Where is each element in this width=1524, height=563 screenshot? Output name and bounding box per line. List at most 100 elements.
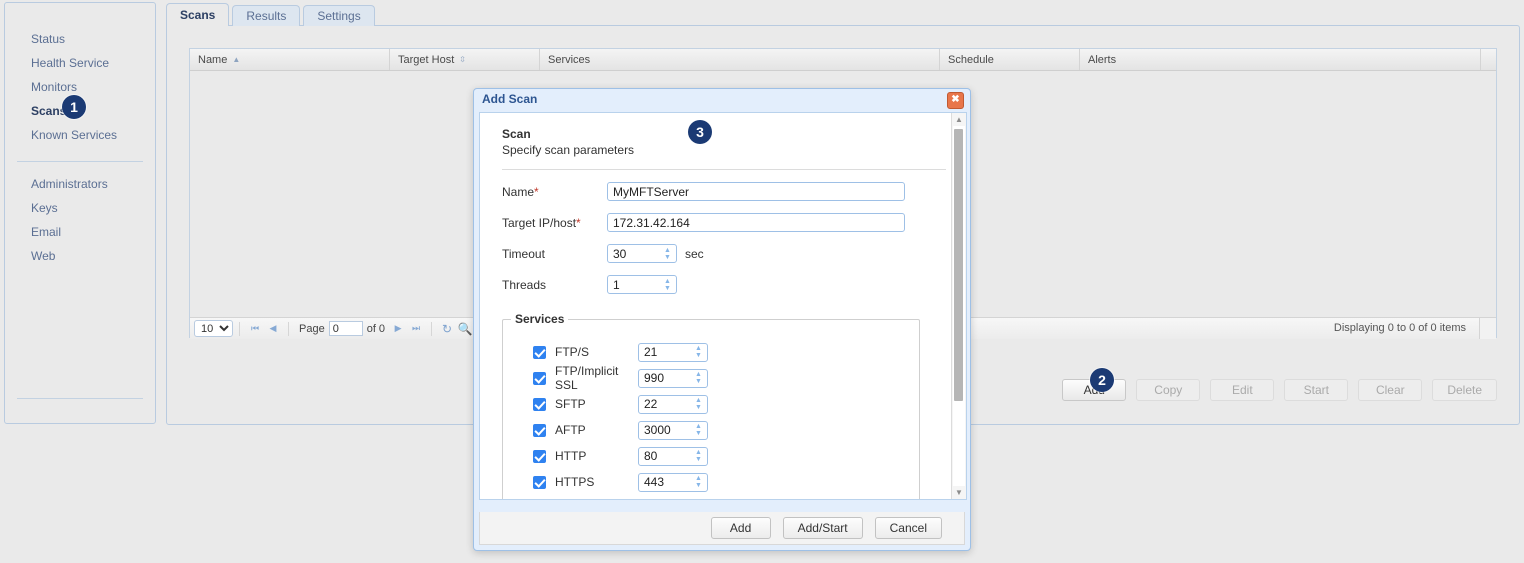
target-host-input[interactable] [607,213,905,232]
pager-divider [239,321,240,336]
sidebar-item-administrators[interactable]: Administrators [5,172,155,196]
start-button[interactable]: Start [1284,379,1349,401]
ftps-port-spinner-icon[interactable]: ▲ ▼ [693,344,704,361]
grid-footer-gutter [1479,318,1496,339]
page-total-label: of 0 [366,322,386,335]
close-icon[interactable]: ✖ [947,92,964,109]
sidebar-item-label: Known Services [31,128,118,142]
sftp-port-stepper: ▲▼ [638,394,708,414]
sidebar-item-label: Web [31,249,56,263]
column-header-services[interactable]: Services [540,49,940,70]
sidebar-item-monitors[interactable]: Monitors [5,75,155,99]
name-label: Name* [502,185,607,199]
service-row-https: HTTPS ▲▼ [533,472,919,492]
tab-label: Scans [180,8,216,22]
http-label: HTTP [555,449,587,463]
sidebar-divider-bottom [17,398,143,399]
sidebar-item-label: Health Service [31,56,110,70]
scroll-up-icon[interactable]: ▲ [952,113,966,126]
edit-button[interactable]: Edit [1210,379,1275,401]
chevron-up-icon: ▲ [664,246,671,254]
required-marker: * [534,184,539,199]
tab-scans[interactable]: Scans [166,3,230,26]
sidebar-divider [17,161,143,162]
https-port-spinner-icon[interactable]: ▲ ▼ [693,474,704,491]
button-label: Clear [1375,383,1405,397]
column-header-name[interactable]: Name ▲ [190,49,390,70]
http-port-spinner-icon[interactable]: ▲ ▼ [693,448,704,465]
column-header-alerts[interactable]: Alerts [1080,49,1496,70]
sidebar: Status Health Service Monitors Scans Kno… [4,2,156,424]
https-checkbox[interactable] [533,475,546,489]
field-row-timeout: Timeout ▲▼ sec [502,244,966,263]
refresh-icon[interactable]: ↻ [438,321,456,337]
dialog-body: Scan Specify scan parameters Name* Targe… [479,112,967,500]
pager-divider [431,321,433,336]
page-size-select[interactable]: 10 [194,320,233,337]
timeout-stepper: ▲▼ [607,244,677,263]
dialog-title-bar[interactable]: Add Scan ✖ [474,89,970,110]
grid-status-text: Displaying 0 to 0 of 0 items [1333,322,1466,334]
dialog-cancel-button[interactable]: Cancel [874,517,942,539]
scrollbar-thumb[interactable] [954,129,963,401]
aftp-label: AFTP [555,423,586,437]
column-label: Services [548,53,591,66]
http-checkbox[interactable] [533,449,546,463]
delete-button[interactable]: Delete [1432,379,1497,401]
page-label: Page [299,322,325,335]
tab-results[interactable]: Results [232,5,301,26]
service-row-sftp: SFTP ▲▼ [533,394,919,414]
dialog-add-start-button[interactable]: Add/Start [782,517,863,539]
last-page-button[interactable]: ⏭ [407,321,425,337]
add-scan-dialog: Add Scan ✖ Scan Specify scan parameters … [473,88,971,551]
clear-button[interactable]: Clear [1358,379,1423,401]
aftp-port-spinner-icon[interactable]: ▲ ▼ [693,422,704,439]
threads-label: Threads [502,277,547,292]
sidebar-item-keys[interactable]: Keys [5,196,155,220]
sidebar-item-known-services[interactable]: Known Services [5,123,155,147]
threads-spinner-icon[interactable]: ▲ ▼ [662,276,673,293]
button-label: Add [729,521,752,535]
tab-settings[interactable]: Settings [303,5,375,26]
ftp-implicit-ssl-port-spinner-icon[interactable]: ▲ ▼ [693,370,704,387]
copy-button[interactable]: Copy [1136,379,1201,401]
button-label: Start [1303,383,1329,397]
column-header-target-host[interactable]: Target Host ⇳ [390,49,540,70]
chevron-up-icon: ▲ [695,345,702,352]
sidebar-group-secondary: Administrators Keys Email Web [5,172,155,268]
scroll-down-icon[interactable]: ▼ [952,486,966,499]
dialog-title: Add Scan [482,92,538,106]
sidebar-item-web[interactable]: Web [5,244,155,268]
sidebar-item-status[interactable]: Status [5,27,155,51]
ftp-implicit-ssl-checkbox[interactable] [533,371,546,385]
ftp-implicit-ssl-port-stepper: ▲▼ [638,368,708,388]
dialog-scrollbar[interactable]: ▲ ▼ [951,113,966,499]
dialog-add-button[interactable]: Add [710,517,771,539]
sftp-port-spinner-icon[interactable]: ▲ ▼ [693,396,704,413]
sort-both-icon: ⇳ [459,54,466,64]
first-page-button[interactable]: ⏮ [246,321,264,337]
ftps-port-stepper: ▲▼ [638,342,708,362]
button-label: Add/Start [797,521,848,535]
page-number-input[interactable] [328,321,363,336]
tab-strip: Scans Results Settings [166,3,378,26]
name-input[interactable] [607,182,905,201]
sidebar-item-health-service[interactable]: Health Service [5,51,155,75]
sidebar-item-email[interactable]: Email [5,220,155,244]
form-section-subtitle: Specify scan parameters [502,143,635,157]
field-row-target-host: Target IP/host* [502,213,966,232]
timeout-spinner-icon[interactable]: ▲ ▼ [662,245,673,262]
sidebar-item-label: Email [31,225,62,239]
ftp-implicit-ssl-label: FTP/Implicit SSL [555,364,619,392]
threads-stepper: ▲▼ [607,275,677,294]
chevron-down-icon: ▼ [695,378,702,385]
ftps-checkbox[interactable] [533,345,546,359]
aftp-checkbox[interactable] [533,423,546,437]
search-icon[interactable]: 🔍 [456,321,474,337]
previous-page-button[interactable]: ◀ [264,321,282,337]
column-header-schedule[interactable]: Schedule [940,49,1080,70]
next-page-button[interactable]: ▶ [389,321,407,337]
sftp-checkbox[interactable] [533,397,546,411]
sftp-label: SFTP [555,397,586,411]
sidebar-item-label: Administrators [31,177,108,191]
